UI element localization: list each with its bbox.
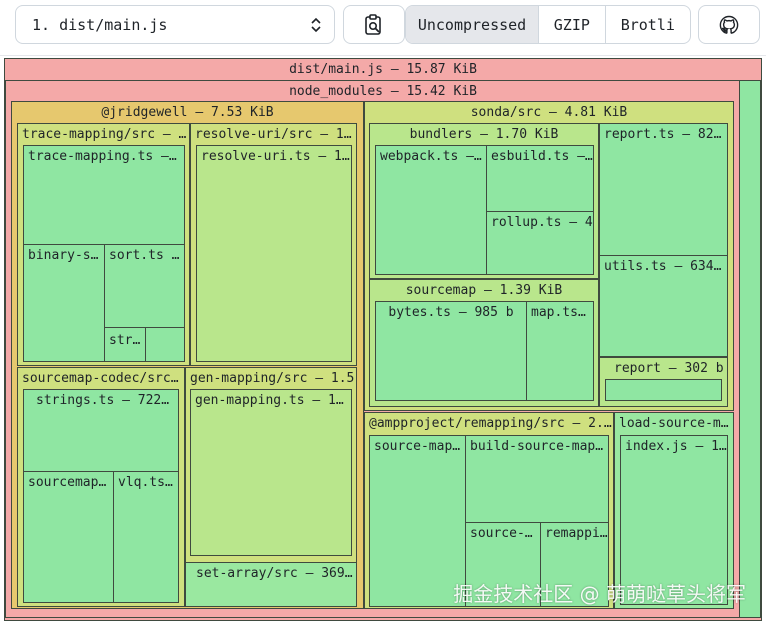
bytes-ts-node[interactable]: bytes.ts – 985 b	[375, 301, 527, 401]
source-map-tree-node[interactable]: source-map-tree.ts	[369, 435, 466, 607]
ampproject-remapping-label: @ampproject/remapping/src – 2.10 KiB	[369, 416, 613, 431]
report-dir-file-node[interactable]	[605, 379, 722, 401]
index-js-label: index.js – 1.1	[625, 439, 727, 454]
compression-toggle: Uncompressed GZIP Brotli	[405, 5, 691, 44]
bundlers-label: bundlers – 1.70 KiB	[409, 127, 559, 142]
gen-mapping-src-label: gen-mapping/src – 1.5	[190, 371, 355, 386]
vlq-ts-label: vlq.ts – 4	[118, 475, 178, 490]
root-label: dist/main.js – 15.87 KiB	[289, 62, 477, 77]
binary-search-node[interactable]: binary-search.ts	[23, 244, 105, 362]
remapping-ts-label: remapping.ts	[545, 526, 608, 541]
node-modules-label: node_modules – 15.42 KiB	[289, 84, 477, 99]
build-source-map-tree-node[interactable]: build-source-map-tree.ts	[465, 435, 609, 523]
set-array-src-node[interactable]: set-array/src – 369 b	[185, 562, 357, 607]
bytes-ts-label: bytes.ts – 985 b	[388, 305, 514, 320]
trace-mapping-ts-node[interactable]: trace-mapping.ts – 9	[23, 145, 185, 245]
source-map-ts-label: source-map.ts	[470, 526, 540, 541]
source-map-tree-label: source-map-tree.ts	[374, 439, 465, 454]
report-details-button[interactable]	[343, 5, 405, 44]
resolve-uri-src-label: resolve-uri/src – 1.8	[195, 127, 356, 142]
small-file-node[interactable]	[145, 327, 185, 362]
esbuild-ts-label: esbuild.ts – 4	[491, 149, 593, 164]
binary-search-label: binary-search.ts	[28, 248, 104, 263]
strings-ts-node[interactable]: strings.ts – 722 b	[23, 389, 179, 472]
strip-filename-node[interactable]: strip-filename.ts	[104, 327, 146, 362]
gen-mapping-ts-node[interactable]: gen-mapping.ts – 1.5	[190, 389, 352, 556]
resolve-uri-ts-node[interactable]: resolve-uri.ts – 1.8	[196, 145, 352, 362]
sonda-src-label: sonda/src – 4.81 KiB	[470, 105, 628, 120]
utils-ts-label: utils.ts – 634 b	[604, 259, 727, 274]
sort-ts-node[interactable]: sort.ts – 344 b	[104, 244, 185, 328]
sourcemap-label: sourcemap – 1.39 KiB	[405, 283, 563, 298]
trace-mapping-ts-label: trace-mapping.ts – 9	[28, 149, 184, 164]
uncompressed-button[interactable]: Uncompressed	[406, 6, 540, 43]
strip-filename-label: strip-filename.ts	[109, 333, 145, 348]
resolve-uri-ts-label: resolve-uri.ts – 1.8	[201, 149, 351, 164]
sourcemap-codec-ts-node[interactable]: sourcemap-codec.ts	[23, 471, 114, 603]
file-select-value: 1. dist/main.js	[32, 15, 168, 34]
rollup-ts-label: rollup.ts – 4	[491, 215, 593, 230]
webpack-ts-node[interactable]: webpack.ts – 6	[375, 145, 487, 275]
chevron-updown-icon	[311, 17, 321, 33]
github-icon	[719, 15, 739, 34]
map-ts-node[interactable]: map.ts – 4	[526, 301, 594, 401]
load-source-map-src-label: load-source-map/src	[619, 416, 733, 431]
esbuild-ts-node[interactable]: esbuild.ts – 4	[486, 145, 594, 212]
report-ts-node[interactable]: report.ts – 820 b	[599, 123, 728, 256]
small-module-strip[interactable]	[739, 80, 761, 618]
utils-ts-node[interactable]: utils.ts – 634 b	[599, 255, 728, 357]
jridgewell-label: @jridgewell – 7.53 KiB	[101, 105, 274, 120]
map-ts-label: map.ts – 4	[531, 305, 593, 320]
strings-ts-label: strings.ts – 722 b	[36, 393, 177, 408]
gen-mapping-ts-label: gen-mapping.ts – 1.5	[195, 393, 351, 408]
build-source-map-tree-label: build-source-map-tree.ts	[470, 439, 608, 454]
webpack-ts-label: webpack.ts – 6	[380, 149, 486, 164]
report-ts-label: report.ts – 820 b	[604, 127, 727, 142]
brotli-button[interactable]: Brotli	[606, 6, 690, 43]
trace-mapping-src-label: trace-mapping/src – 1.9	[22, 127, 189, 142]
rollup-ts-node[interactable]: rollup.ts – 4	[486, 211, 594, 275]
clipboard-search-icon	[365, 13, 381, 35]
set-array-src-label: set-array/src – 369 b	[196, 566, 356, 581]
watermark: 掘金技术社区 @ 萌萌哒草头将军	[453, 582, 746, 606]
github-button[interactable]	[698, 5, 760, 44]
vlq-ts-node[interactable]: vlq.ts – 4	[113, 471, 179, 603]
sourcemap-codec-ts-label: sourcemap-codec.ts	[28, 475, 113, 490]
sort-ts-label: sort.ts – 344 b	[109, 248, 184, 263]
report-dir-label: report – 302 b	[614, 361, 724, 376]
gzip-button[interactable]: GZIP	[539, 6, 606, 43]
file-select[interactable]: 1. dist/main.js	[15, 5, 335, 44]
sourcemap-codec-src-label: sourcemap-codec/src – 1.8	[22, 371, 184, 386]
toolbar: 1. dist/main.js Uncompressed GZIP Brotli	[0, 0, 766, 56]
